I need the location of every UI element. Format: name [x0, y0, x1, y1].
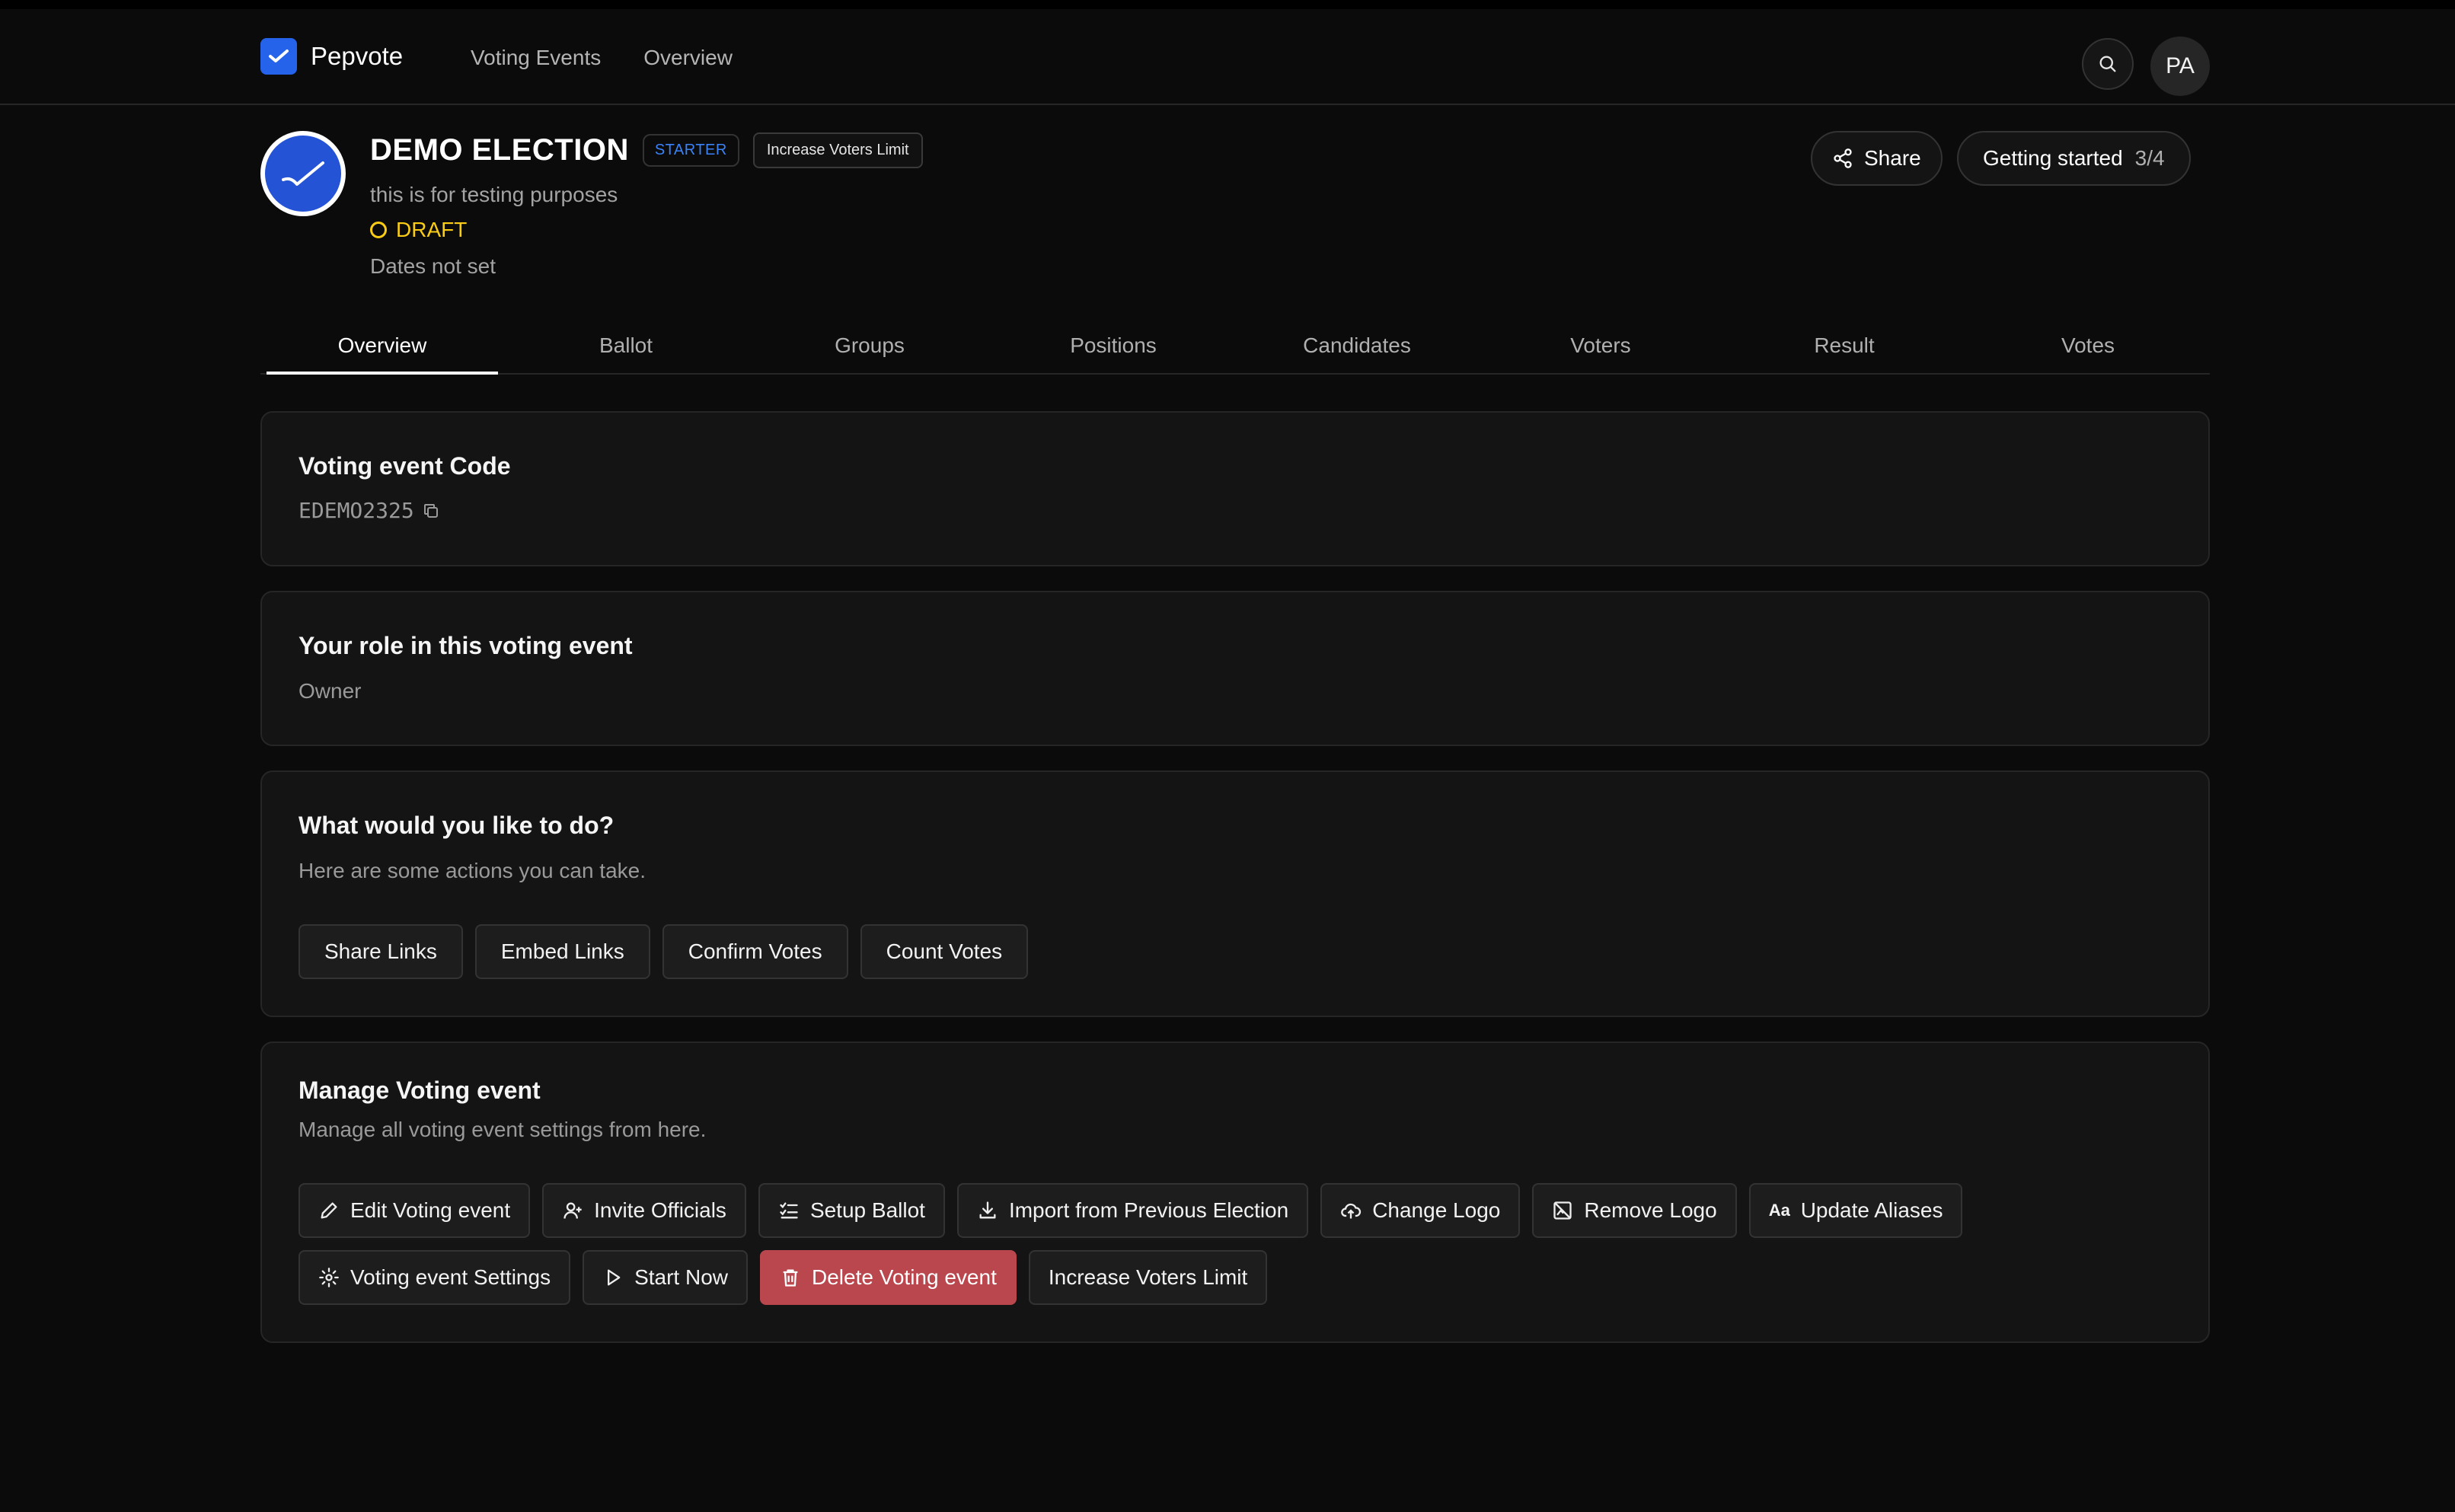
- actions-card-title: What would you like to do?: [298, 812, 615, 839]
- invite-officials-button[interactable]: Invite Officials: [542, 1183, 746, 1238]
- tab-overview[interactable]: Overview: [260, 320, 504, 375]
- main-nav: Voting Events Overview: [471, 46, 733, 70]
- event-description: this is for testing purposes: [370, 183, 618, 206]
- start-now-label: Start Now: [634, 1265, 729, 1289]
- delete-voting-event-button[interactable]: Delete Voting event: [760, 1250, 1017, 1305]
- actions-button-row: Share Links Embed Links Confirm Votes Co…: [298, 924, 1029, 979]
- nav-link-voting-events[interactable]: Voting Events: [471, 46, 601, 70]
- voting-event-settings-label: Voting event Settings: [350, 1265, 551, 1289]
- trash-icon: [783, 1269, 798, 1287]
- remove-logo-label: Remove Logo: [1584, 1198, 1717, 1222]
- role-card: Your role in this voting event Owner: [260, 591, 2210, 746]
- brand[interactable]: Pepvote: [260, 38, 403, 75]
- event-code-value: EDEMO2325: [298, 498, 414, 523]
- event-title: DEMO ELECTION: [370, 133, 629, 167]
- import-previous-election-label: Import from Previous Election: [1008, 1198, 1289, 1222]
- increase-voters-limit-badge[interactable]: Increase Voters Limit: [752, 132, 923, 168]
- getting-started-button[interactable]: Getting started 3/4: [1957, 131, 2191, 186]
- increase-voters-limit-button[interactable]: Increase Voters Limit: [1028, 1250, 1268, 1305]
- cloud-upload-icon: [1341, 1203, 1362, 1219]
- actions-card: What would you like to do? Here are some…: [260, 770, 2210, 1017]
- event-title-row: DEMO ELECTION STARTER Increase Voters Li…: [370, 132, 923, 168]
- tab-result[interactable]: Result: [1722, 320, 1966, 373]
- gear-icon: [319, 1268, 339, 1287]
- role-card-title: Your role in this voting event: [298, 632, 633, 659]
- tab-voters[interactable]: Voters: [1479, 320, 1722, 373]
- embed-links-button[interactable]: Embed Links: [474, 924, 650, 979]
- getting-started-label: Getting started: [1983, 146, 2123, 170]
- download-icon: [979, 1201, 996, 1219]
- tab-votes[interactable]: Votes: [1966, 320, 2210, 373]
- play-icon: [608, 1269, 621, 1286]
- top-strip: [0, 0, 2455, 9]
- event-code-row: EDEMO2325: [298, 498, 440, 523]
- count-votes-button[interactable]: Count Votes: [860, 924, 1029, 979]
- role-value: Owner: [298, 679, 362, 703]
- change-logo-button[interactable]: Change Logo: [1320, 1183, 1521, 1238]
- manage-card: Manage Voting event Manage all voting ev…: [260, 1041, 2210, 1343]
- getting-started-progress: 3/4: [2134, 146, 2165, 170]
- text-case-icon: Aa: [1768, 1201, 1790, 1220]
- import-previous-election-button[interactable]: Import from Previous Election: [956, 1183, 1309, 1238]
- event-tabs: Overview Ballot Groups Positions Candida…: [260, 320, 2210, 375]
- event-check-icon: [282, 161, 324, 186]
- start-now-button[interactable]: Start Now: [583, 1250, 749, 1305]
- manage-card-subtitle: Manage all voting event settings from he…: [298, 1118, 707, 1141]
- user-avatar[interactable]: PA: [2150, 37, 2210, 96]
- nav-link-overview[interactable]: Overview: [643, 46, 733, 70]
- share-label: Share: [1864, 146, 1921, 170]
- event-logo: [260, 131, 346, 216]
- update-aliases-button[interactable]: Aa Update Aliases: [1748, 1183, 1963, 1238]
- delete-voting-event-label: Delete Voting event: [812, 1265, 997, 1289]
- setup-ballot-button[interactable]: Setup Ballot: [758, 1183, 945, 1238]
- top-navbar: Pepvote Voting Events Overview PA: [0, 9, 2455, 105]
- tab-groups[interactable]: Groups: [748, 320, 991, 373]
- brand-name: Pepvote: [311, 42, 404, 70]
- pencil-icon: [321, 1202, 337, 1219]
- setup-ballot-label: Setup Ballot: [809, 1198, 925, 1222]
- event-status: DRAFT: [370, 218, 467, 242]
- checklist-icon: [780, 1202, 798, 1219]
- tab-ballot[interactable]: Ballot: [504, 320, 748, 373]
- user-plus-icon: [563, 1202, 582, 1219]
- manage-card-title: Manage Voting event: [298, 1077, 541, 1104]
- event-code-card: Voting event Code EDEMO2325: [260, 411, 2210, 566]
- status-circle-icon: [370, 222, 387, 238]
- manage-button-row-2: Voting event Settings Start Now Delete V…: [298, 1250, 1268, 1305]
- update-aliases-label: Update Aliases: [1800, 1198, 1943, 1222]
- search-button[interactable]: [2082, 38, 2134, 90]
- actions-card-subtitle: Here are some actions you can take.: [298, 859, 646, 882]
- image-off-icon: [1553, 1201, 1572, 1220]
- search-icon: [2099, 56, 2116, 72]
- share-links-button[interactable]: Share Links: [298, 924, 463, 979]
- share-icon: [1834, 148, 1852, 168]
- status-label: DRAFT: [396, 218, 468, 241]
- event-dates: Dates not set: [370, 254, 496, 278]
- manage-button-row-1: Edit Voting event Invite Officials Setup…: [298, 1183, 1963, 1238]
- change-logo-label: Change Logo: [1372, 1198, 1501, 1222]
- edit-voting-event-label: Edit Voting event: [350, 1198, 511, 1222]
- remove-logo-button[interactable]: Remove Logo: [1532, 1183, 1737, 1238]
- edit-voting-event-button[interactable]: Edit Voting event: [298, 1183, 531, 1238]
- copy-icon[interactable]: [422, 502, 440, 520]
- tab-positions[interactable]: Positions: [991, 320, 1235, 373]
- voting-event-settings-button[interactable]: Voting event Settings: [298, 1250, 571, 1305]
- invite-officials-label: Invite Officials: [594, 1198, 726, 1222]
- tier-badge: STARTER: [642, 134, 739, 167]
- confirm-votes-button[interactable]: Confirm Votes: [662, 924, 848, 979]
- share-button[interactable]: Share: [1811, 131, 1943, 186]
- tab-candidates[interactable]: Candidates: [1235, 320, 1479, 373]
- event-code-title: Voting event Code: [298, 452, 511, 480]
- pepvote-logo-icon: [260, 38, 297, 75]
